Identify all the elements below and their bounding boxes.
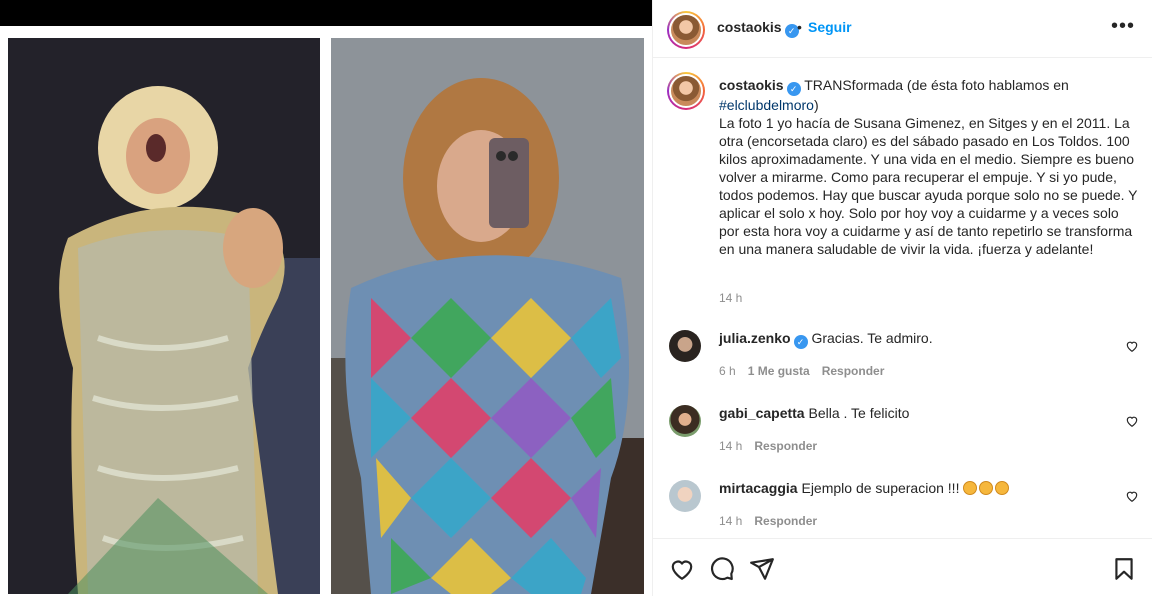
post-caption: costaokis ✓ TRANSformada (de ésta foto ha…	[719, 76, 1139, 258]
author-username[interactable]: costaokis ✓	[717, 19, 799, 38]
comment-avatar[interactable]	[669, 405, 701, 437]
photo-after	[331, 38, 644, 594]
reply-button[interactable]: Responder	[754, 439, 817, 453]
more-options-icon[interactable]: •••	[1111, 15, 1135, 38]
caption-username[interactable]: costaokis	[719, 77, 784, 93]
follow-button[interactable]: Seguir	[808, 19, 852, 35]
comment-text: julia.zenko ✓ Gracias. Te admiro.	[719, 330, 933, 349]
comment-avatar[interactable]	[669, 330, 701, 362]
bookmark-icon[interactable]	[1111, 556, 1137, 582]
comment-avatar[interactable]	[669, 480, 701, 512]
media-frame	[0, 26, 652, 596]
comment-body: Ejemplo de superacion !!!	[801, 480, 960, 496]
comment-text: gabi_capetta Bella . Te felicito	[719, 405, 909, 421]
comment-meta: 14 h Responder	[719, 439, 829, 453]
comment-meta: 6 h 1 Me gusta Responder	[719, 364, 896, 378]
caption-body: La foto 1 yo hacía de Susana Gimenez, en…	[719, 115, 1138, 257]
comment-text: mirtacaggia Ejemplo de superacion !!!	[719, 480, 1011, 496]
comment-meta: 14 h Responder	[719, 514, 829, 528]
comment-likes[interactable]: 1 Me gusta	[748, 364, 810, 378]
comment-body: Gracias. Te admiro.	[811, 330, 933, 346]
post-panel: costaokis ✓ • Seguir ••• costaokis ✓ TRANS…	[652, 0, 1152, 596]
comment-time[interactable]: 14 h	[719, 514, 742, 528]
post-header: costaokis ✓ • Seguir •••	[653, 0, 1152, 58]
comment-like-icon[interactable]	[1125, 414, 1139, 428]
comment-username[interactable]: mirtacaggia	[719, 480, 798, 496]
caption-text-start: TRANSformada (de ésta foto hablamos en	[804, 77, 1069, 93]
reply-button[interactable]: Responder	[754, 514, 817, 528]
author-avatar[interactable]	[667, 11, 705, 49]
caption-time[interactable]: 14 h	[719, 291, 742, 305]
post-media	[0, 0, 652, 596]
caption-avatar[interactable]	[667, 72, 705, 110]
heart-icon[interactable]	[669, 556, 695, 582]
reply-button[interactable]: Responder	[822, 364, 885, 378]
share-icon[interactable]	[749, 556, 775, 582]
caption-text-end: )	[813, 97, 819, 113]
photo-before	[8, 38, 320, 594]
clapping-hands-icon	[995, 481, 1010, 495]
verified-icon: ✓	[786, 82, 801, 96]
comment-like-icon[interactable]	[1125, 489, 1139, 503]
action-bar	[653, 538, 1152, 596]
comment-username[interactable]: julia.zenko	[719, 330, 791, 346]
comment-time[interactable]: 6 h	[719, 364, 736, 378]
comment-time[interactable]: 14 h	[719, 439, 742, 453]
comment-icon[interactable]	[709, 556, 735, 582]
caption-hashtag[interactable]: #elclubdelmoro	[719, 97, 814, 113]
verified-icon: ✓	[793, 335, 808, 349]
comment-like-icon[interactable]	[1125, 339, 1139, 353]
separator-dot: •	[797, 19, 802, 35]
clapping-hands-icon	[963, 481, 978, 495]
comment-username[interactable]: gabi_capetta	[719, 405, 805, 421]
clapping-hands-icon	[979, 481, 994, 495]
comment-body: Bella . Te felicito	[808, 405, 910, 421]
